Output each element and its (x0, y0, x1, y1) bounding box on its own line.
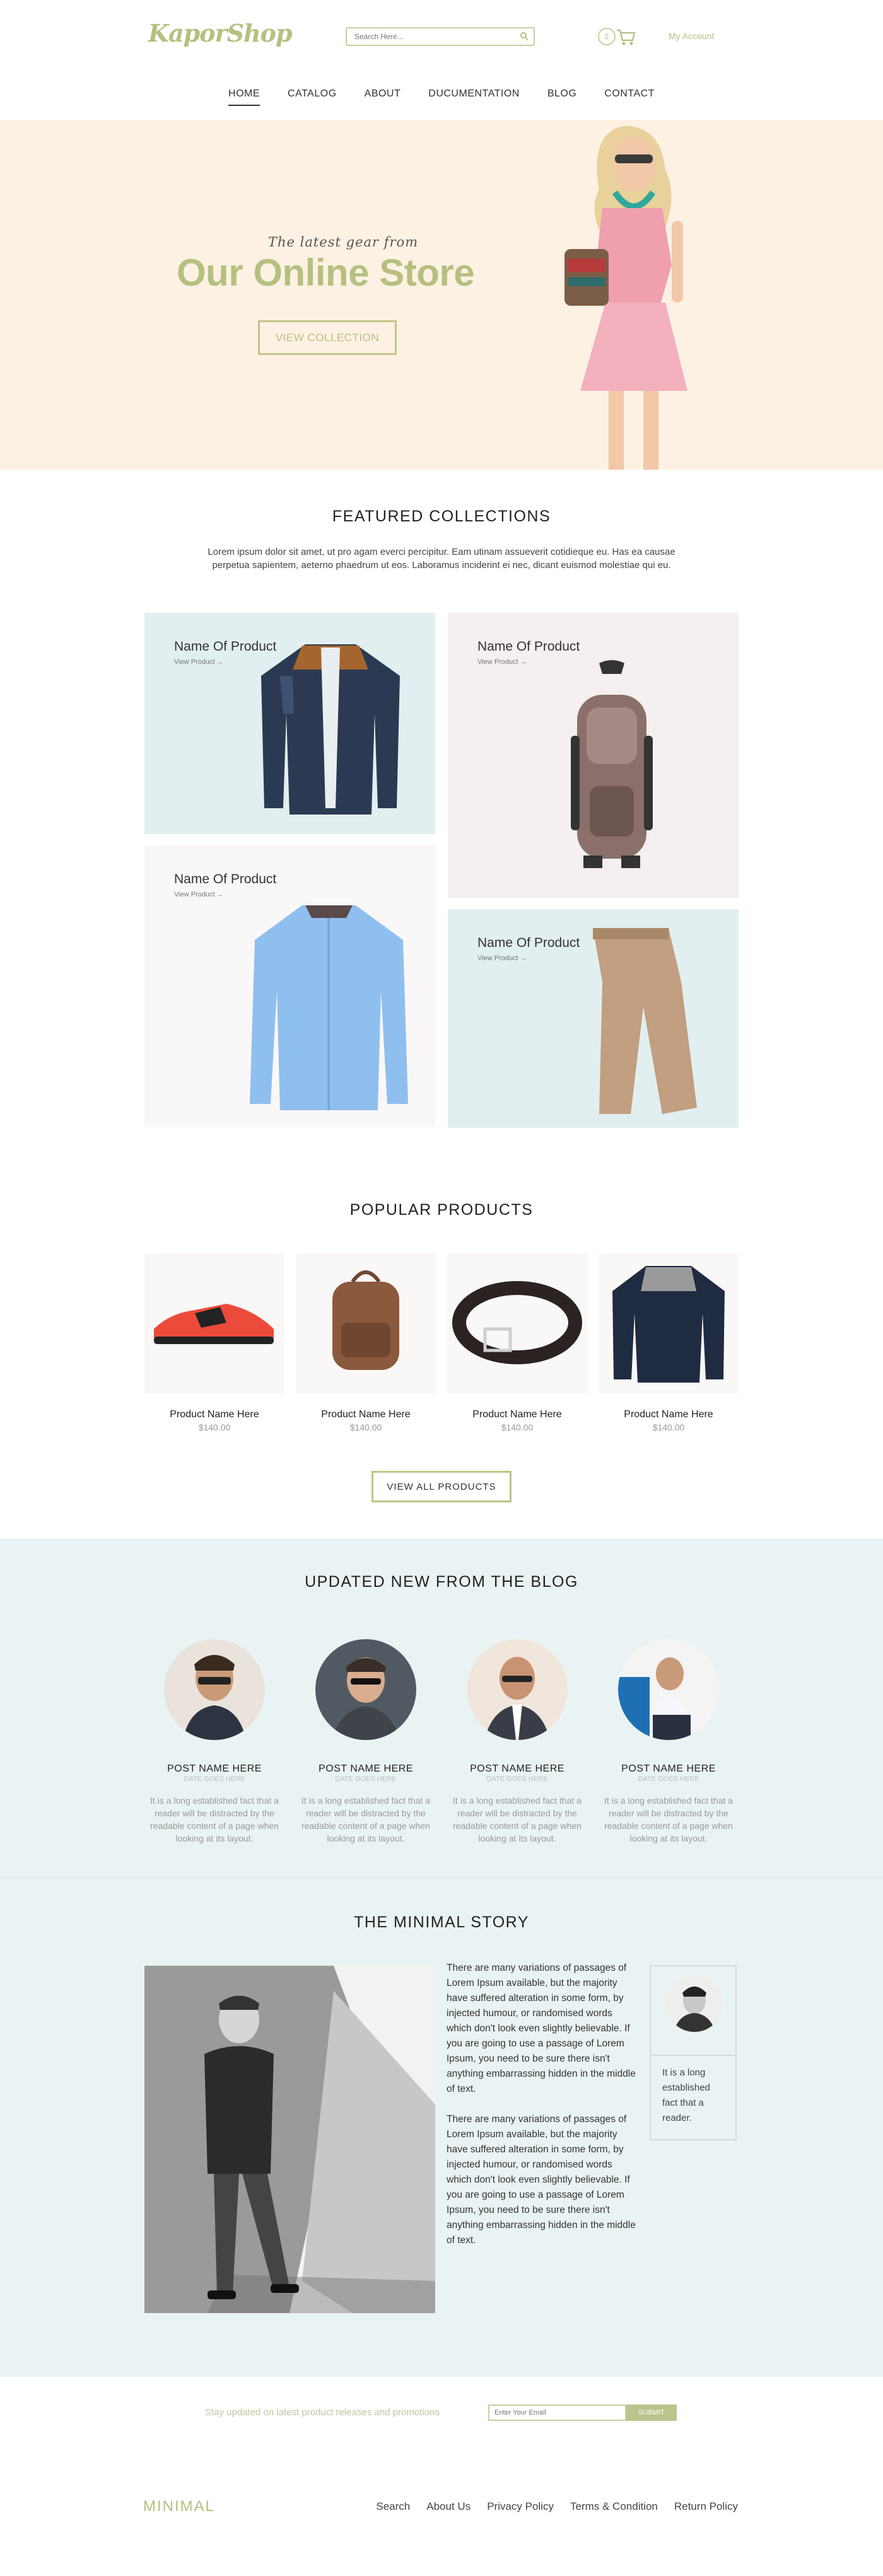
footer-link-terms[interactable]: Terms & Condition (570, 2500, 658, 2513)
view-product-link[interactable]: View Product → (174, 891, 224, 898)
backpack-image (571, 660, 653, 868)
product-name[interactable]: Product Name Here (599, 1409, 739, 1420)
my-account-link[interactable]: My Account (669, 31, 714, 41)
product-name[interactable]: Product Name Here (296, 1409, 436, 1420)
product-thumb[interactable] (296, 1253, 436, 1393)
featured-description: Lorem ipsum dolor sit amet, ut pro agam … (208, 547, 675, 571)
quote-avatar (666, 1975, 723, 2032)
product-name[interactable]: Product Name Here (447, 1409, 587, 1420)
shoe-image (154, 1304, 274, 1344)
footer-logo[interactable]: MINIMAL (143, 2498, 215, 2515)
featured-card[interactable]: Name Of Product View Product → (448, 909, 739, 1128)
product-thumb[interactable] (144, 1253, 284, 1393)
nav-documentation[interactable]: DUCUMENTATION (428, 88, 520, 106)
blog-post-excerpt: It is a long established fact that a rea… (453, 1796, 582, 1843)
product-name: Name Of Product (477, 936, 580, 950)
jacket-image (612, 1266, 725, 1383)
product-thumb[interactable] (447, 1253, 587, 1393)
blog-post-title[interactable]: POST NAME HERE (599, 1763, 739, 1775)
popular-section-title: POPULAR PRODUCTS (349, 1201, 534, 1219)
main-nav: HOME CATALOG ABOUT DUCUMENTATION BLOG CO… (0, 88, 883, 106)
product-thumb[interactable] (599, 1253, 739, 1393)
view-product-link[interactable]: View Product → (477, 658, 527, 666)
khaki-pants-image (593, 928, 697, 1114)
blog-post-date: DATE GOES HERE (184, 1775, 245, 1783)
footer-link-about-us[interactable]: About Us (426, 2500, 471, 2513)
blog-post-title[interactable]: POST NAME HERE (144, 1763, 284, 1775)
blog-post-date: DATE GOES HERE (486, 1775, 548, 1783)
blog-post-excerpt: It is a long established fact that a rea… (150, 1796, 279, 1843)
nav-home[interactable]: HOME (228, 88, 260, 106)
nav-blog[interactable]: BLOG (547, 88, 576, 106)
product-name: Name Of Product (477, 639, 580, 654)
product-price: $140.00 (652, 1422, 685, 1432)
search-icon[interactable] (520, 32, 529, 45)
hero-title: Our Online Store (177, 252, 475, 294)
nav-about[interactable]: ABOUT (365, 88, 401, 106)
newsletter-submit-button[interactable]: SUBMIT (626, 2405, 677, 2421)
blog-post-avatar[interactable] (164, 1639, 265, 1740)
blog-post-avatar[interactable] (315, 1639, 416, 1740)
section-divider (0, 1877, 883, 1878)
blog-post-title[interactable]: POST NAME HERE (296, 1763, 436, 1775)
nav-catalog[interactable]: CATALOG (288, 88, 337, 106)
search-input[interactable] (347, 28, 511, 45)
footer-link-search[interactable]: Search (376, 2500, 410, 2513)
blog-post-excerpt: It is a long established fact that a rea… (604, 1796, 733, 1843)
featured-section-title: FEATURED COLLECTIONS (332, 508, 551, 525)
cart-count-badge: 2 (598, 28, 616, 45)
product-price: $140.00 (349, 1422, 382, 1432)
view-collection-button[interactable]: VIEW COLLECTION (258, 320, 397, 355)
denim-shirt-image (261, 644, 400, 815)
leather-backpack-image (332, 1270, 399, 1370)
search-box (346, 27, 535, 46)
belt-image (452, 1281, 582, 1364)
blog-post-title[interactable]: POST NAME HERE (447, 1763, 587, 1775)
product-name[interactable]: Product Name Here (144, 1409, 284, 1420)
blog-post-avatar[interactable] (618, 1639, 719, 1740)
blue-shirt-image (250, 905, 408, 1110)
product-price: $140.00 (198, 1422, 231, 1432)
view-all-products-button[interactable]: VIEW ALL PRODUCTS (371, 1471, 512, 1502)
hero-tagline: The latest gear from (268, 235, 419, 250)
site-logo[interactable]: KaporShop (148, 19, 293, 47)
story-text: There are many variations of passages of… (447, 1961, 636, 2263)
product-name: Name Of Product (174, 872, 277, 886)
story-section-title: THE MINIMAL STORY (354, 1913, 529, 1931)
newsletter-email-input[interactable] (488, 2405, 626, 2421)
quote-divider (651, 2055, 735, 2056)
blog-post-excerpt: It is a long established fact that a rea… (301, 1796, 430, 1843)
story-paragraph: There are many variations of passages of… (447, 1963, 636, 2094)
story-image (144, 1966, 435, 2313)
newsletter-text: Stay updated on latest product releases … (205, 2407, 440, 2418)
nav-contact[interactable]: CONTACT (604, 88, 655, 106)
featured-card[interactable]: Name Of Product View Product → (448, 613, 739, 898)
quote-card: It is a long established fact that a rea… (650, 1965, 737, 2140)
hero-model-image (564, 126, 687, 470)
blog-post-date: DATE GOES HERE (335, 1775, 397, 1783)
view-product-link[interactable]: View Product → (174, 658, 224, 666)
blog-post-date: DATE GOES HERE (638, 1775, 699, 1783)
blog-story-background (0, 1538, 883, 2377)
view-product-link[interactable]: View Product → (477, 954, 527, 962)
footer-links: Search About Us Privacy Policy Terms & C… (376, 2500, 738, 2513)
footer-link-privacy-policy[interactable]: Privacy Policy (487, 2500, 554, 2513)
blog-section-title: UPDATED NEW FROM THE BLOG (305, 1573, 578, 1591)
product-price: $140.00 (501, 1422, 534, 1432)
footer-link-return-policy[interactable]: Return Policy (674, 2500, 738, 2513)
blog-post-avatar[interactable] (467, 1639, 568, 1740)
hero-banner (0, 120, 883, 470)
featured-card[interactable]: Name Of Product View Product → (144, 613, 435, 834)
cart-button[interactable]: 2 (598, 26, 638, 48)
quote-text: It is a long established fact that a rea… (662, 2067, 710, 2123)
story-paragraph: There are many variations of passages of… (447, 2114, 636, 2246)
featured-card[interactable]: Name Of Product View Product → (144, 845, 435, 1127)
